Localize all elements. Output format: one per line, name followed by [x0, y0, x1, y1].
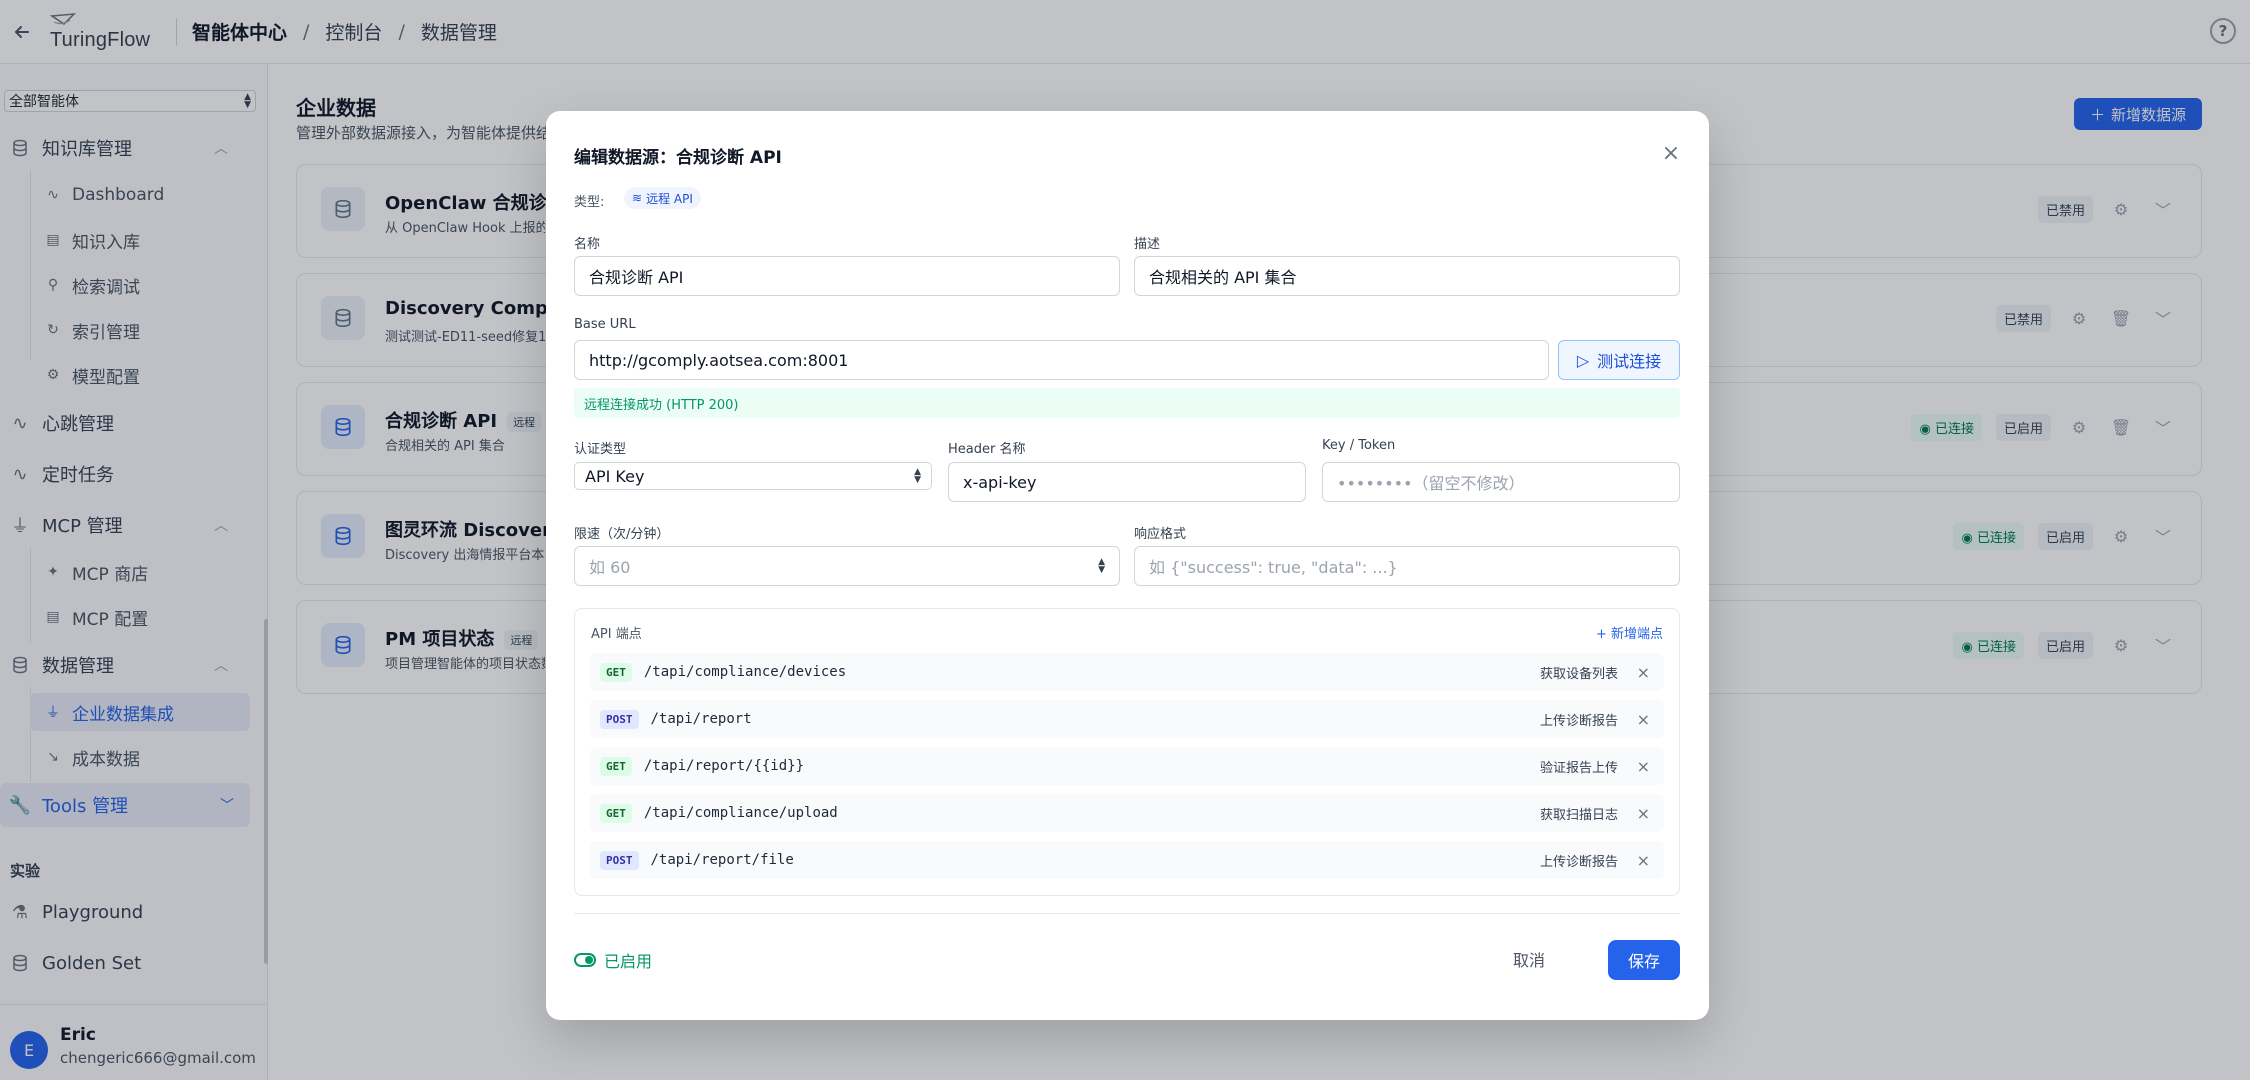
save-button[interactable]: 保存 [1608, 940, 1680, 980]
endpoints-title: API 端点 [591, 627, 642, 642]
description-input[interactable]: 合规相关的 API 集合 [1134, 256, 1680, 296]
remove-endpoint-icon[interactable]: × [1637, 710, 1650, 729]
auth-type-select[interactable]: API Key ▲ ▼ [574, 462, 932, 490]
endpoint-path: /tapi/report [650, 711, 752, 727]
base-url-input[interactable]: http://gcomply.aotsea.com:8001 [574, 340, 1549, 380]
close-icon[interactable]: × [1659, 141, 1683, 166]
test-connection-button[interactable]: ▷ 测试连接 [1558, 340, 1680, 380]
endpoint-description: 上传诊断报告 [1539, 713, 1618, 729]
wifi-icon: ≋ [632, 191, 643, 205]
endpoint-path: /tapi/compliance/devices [643, 664, 847, 680]
select-arrows-icon: ▲ ▼ [914, 467, 921, 485]
rate-limit-label: 限速（次/分钟） [574, 527, 670, 542]
remove-endpoint-icon[interactable]: × [1637, 663, 1650, 682]
toggle-on-icon [574, 953, 596, 967]
key-token-label: Key / Token [1322, 438, 1396, 453]
endpoint-path: /tapi/report/file [650, 852, 794, 868]
remove-endpoint-icon[interactable]: × [1637, 851, 1650, 870]
connection-success-message: 远程连接成功 (HTTP 200) [574, 388, 1680, 418]
method-badge: POST [600, 709, 639, 729]
cancel-button[interactable]: 取消 [1503, 940, 1555, 978]
method-badge: GET [600, 756, 632, 776]
add-endpoint-button[interactable]: + 新增端点 [1596, 623, 1663, 642]
method-badge: POST [600, 850, 639, 870]
remove-endpoint-icon[interactable]: × [1637, 757, 1650, 776]
name-label: 名称 [574, 237, 601, 252]
remove-endpoint-icon[interactable]: × [1637, 804, 1650, 823]
endpoint-description: 上传诊断报告 [1539, 854, 1618, 870]
method-badge: GET [600, 803, 632, 823]
method-badge: GET [600, 662, 632, 682]
api-endpoints-panel: API 端点 + 新增端点 GET /tapi/compliance/devic… [574, 608, 1680, 896]
play-icon: ▷ [1576, 350, 1590, 370]
auth-type-label: 认证类型 [574, 442, 627, 457]
type-tag-label: 远程 API [646, 191, 693, 206]
rate-limit-placeholder: 如 60 [589, 558, 631, 577]
type-label: 类型: [574, 195, 605, 210]
endpoint-description: 获取设备列表 [1539, 666, 1618, 682]
name-input[interactable]: 合规诊断 API [574, 256, 1120, 296]
header-name-input[interactable]: x-api-key [948, 462, 1306, 502]
endpoint-row[interactable]: POST /tapi/report/file 上传诊断报告 × [590, 841, 1664, 879]
response-format-label: 响应格式 [1134, 527, 1187, 542]
auth-type-value: API Key [585, 466, 645, 486]
endpoint-description: 验证报告上传 [1539, 760, 1618, 776]
endpoint-row[interactable]: GET /tapi/compliance/devices 获取设备列表 × [590, 653, 1664, 691]
number-stepper-icon[interactable]: ▲ ▼ [1098, 558, 1105, 575]
endpoint-description: 获取扫描日志 [1539, 807, 1618, 823]
header-name-label: Header 名称 [948, 442, 1026, 457]
type-tag: ≋ 远程 API [624, 187, 701, 209]
response-format-input[interactable]: 如 {"success": true, "data": ...} [1134, 546, 1680, 586]
divider [574, 913, 1680, 914]
test-connection-label: 测试连接 [1597, 352, 1662, 371]
dialog-title: 编辑数据源：合规诊断 API [574, 148, 782, 168]
endpoint-path: /tapi/report/{{id}} [643, 758, 805, 774]
enabled-toggle[interactable]: 已启用 [574, 948, 652, 972]
endpoint-row[interactable]: GET /tapi/compliance/upload 获取扫描日志 × [590, 794, 1664, 832]
description-label: 描述 [1134, 237, 1161, 252]
enabled-label: 已启用 [604, 952, 653, 971]
key-token-input[interactable]: ••••••••（留空不修改） [1322, 462, 1680, 502]
endpoint-path: /tapi/compliance/upload [643, 805, 838, 821]
endpoint-row[interactable]: GET /tapi/report/{{id}} 验证报告上传 × [590, 747, 1664, 785]
edit-data-source-dialog: 编辑数据源：合规诊断 API × 类型: ≋ 远程 API 名称 合规诊断 AP… [546, 111, 1709, 1020]
base-url-label: Base URL [574, 317, 636, 332]
rate-limit-input[interactable]: 如 60 ▲ ▼ [574, 546, 1120, 586]
endpoint-row[interactable]: POST /tapi/report 上传诊断报告 × [590, 700, 1664, 738]
